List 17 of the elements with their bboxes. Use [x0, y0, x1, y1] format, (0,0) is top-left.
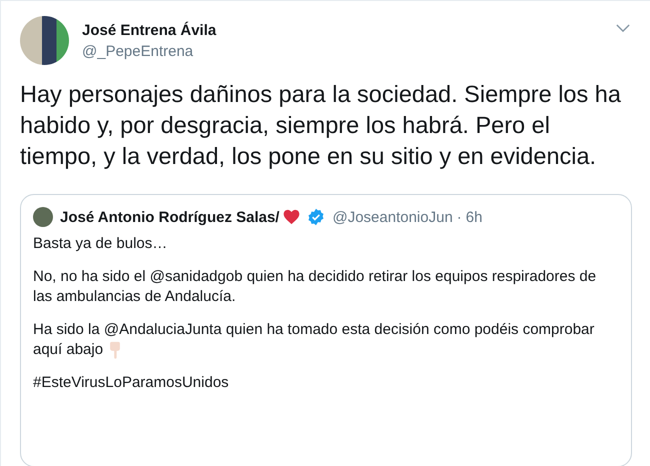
avatar[interactable]	[33, 207, 53, 227]
quote-paragraph: Basta ya de bulos…	[33, 234, 168, 254]
quote-paragraph: Ha sido la @AndaluciaJunta quien ha tomado esta decisión como podéis comprobar aquí abajo	[33, 320, 596, 360]
author-handle[interactable]: @_PepeEntrena	[82, 42, 603, 60]
tweet-text: Hay personajes dañinos para la sociedad. Siempre los ha habido y, por desgracia, siempre los habrá. Pero el tiempo, y la verdad, los pone en su sitio y en evidencia.	[20, 80, 622, 171]
caret-icon[interactable]	[616, 24, 630, 33]
quote-paragraph: #EsteVirusLoParamosUnidos	[33, 373, 230, 393]
quoted-tweet[interactable]	[20, 194, 632, 466]
author-name[interactable]: José Entrena Ávila	[82, 22, 216, 38]
avatar[interactable]	[20, 16, 69, 65]
quote-paragraph: No, no ha sido el @sanidadgob quien ha decidido retirar los equipos respiradores de las ambulancias de Andalucía.	[33, 267, 598, 307]
author-name: José Antonio Rodríguez Salas/	[60, 208, 280, 226]
pointing-hand-icon	[109, 341, 122, 359]
author-handle: @JoseantonioJun	[332, 208, 453, 226]
timestamp: 6h	[466, 208, 482, 226]
heart-icon	[283, 209, 300, 225]
separator: ·	[456, 208, 462, 226]
